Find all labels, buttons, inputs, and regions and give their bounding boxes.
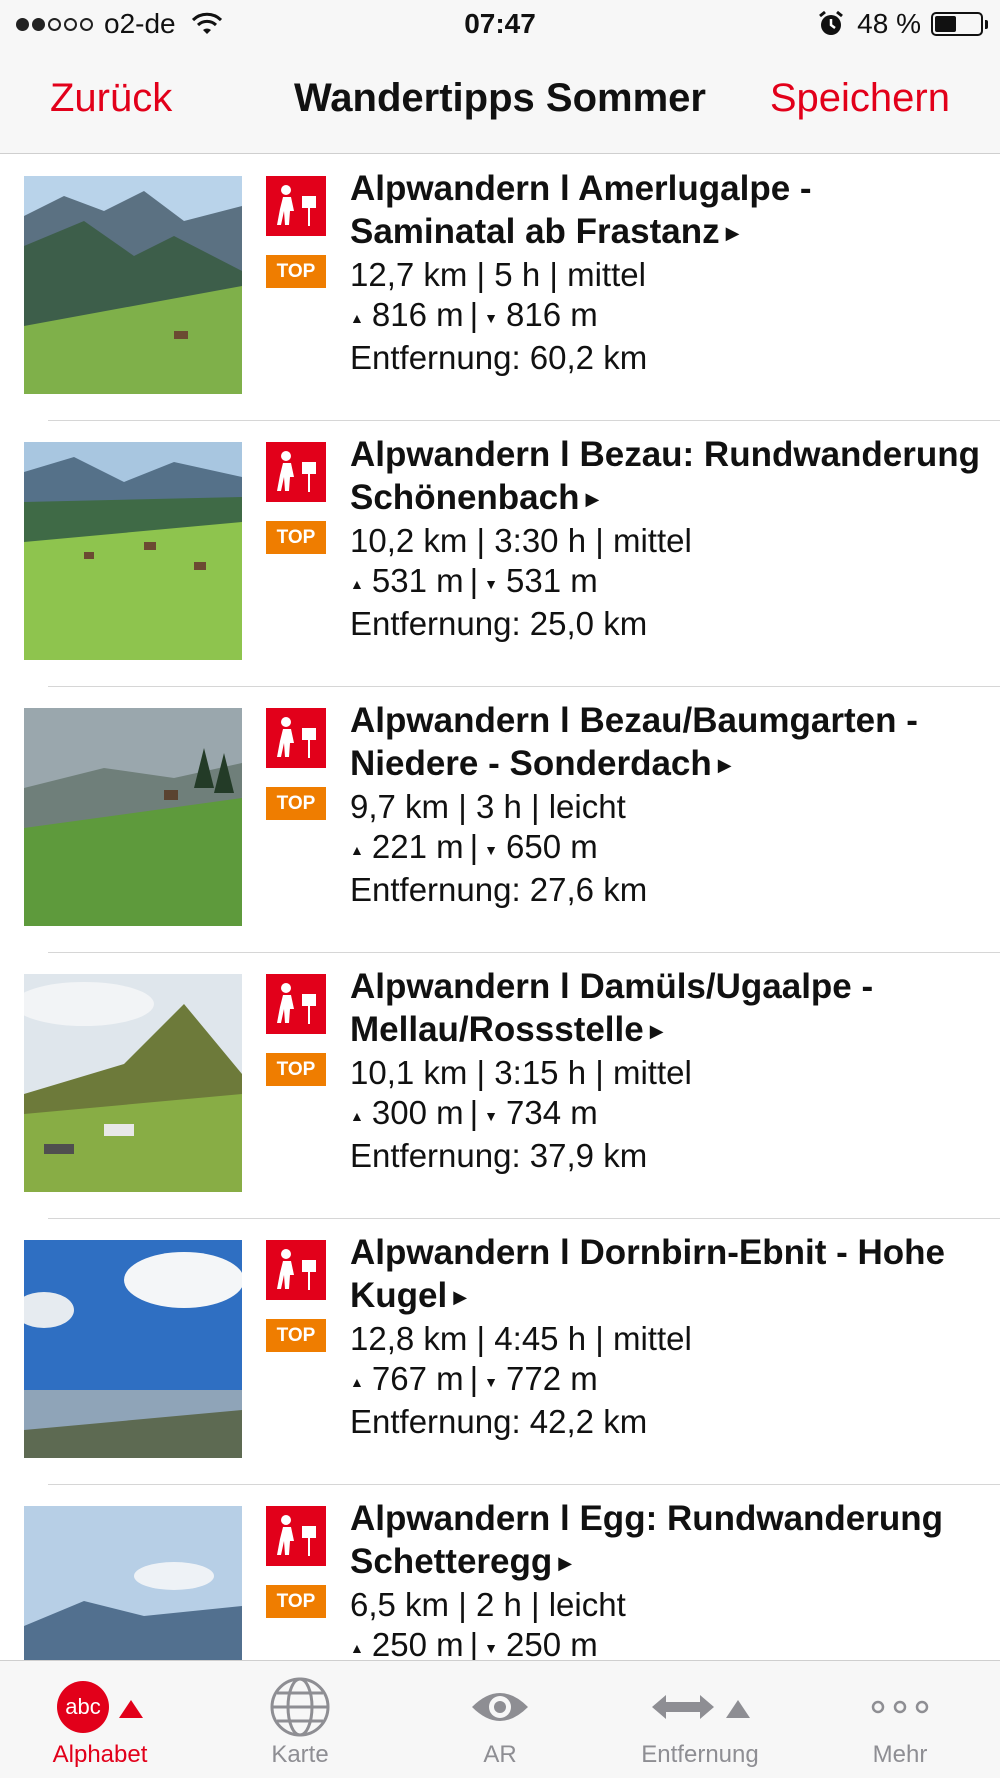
tour-distance: Entfernung: 25,0 km bbox=[350, 604, 648, 642]
tour-photo bbox=[24, 1506, 242, 1660]
ascent-icon: ▲ bbox=[350, 309, 364, 326]
tour-title: Alpwandern l Amerlugalpe - Saminatal ab … bbox=[350, 169, 812, 251]
disclosure-arrow-icon: ▶ bbox=[585, 489, 600, 510]
tour-photo bbox=[24, 974, 242, 1192]
tour-stats: 12,8 km | 4:45 h | mittel bbox=[350, 1320, 692, 1358]
tour-list[interactable]: TOP Alpwandern l Amerlugalpe - Saminatal… bbox=[0, 155, 1000, 1660]
navigation-bar: Zurück Wandertipps Sommer Speichern bbox=[0, 50, 1000, 154]
list-item[interactable]: TOP Alpwandern l Egg: Rundwanderung Sche… bbox=[0, 1485, 1000, 1660]
alarm-icon bbox=[819, 10, 844, 35]
list-item[interactable]: TOP Alpwandern l Dornbirn-Ebnit - Hohe K… bbox=[0, 1219, 1000, 1485]
tab-mehr[interactable]: Mehr bbox=[800, 1661, 1000, 1778]
tour-stats: 12,7 km | 5 h | mittel bbox=[350, 256, 646, 294]
list-item[interactable]: TOP Alpwandern l Amerlugalpe - Saminatal… bbox=[0, 155, 1000, 421]
tour-stats: 10,1 km | 3:15 h | mittel bbox=[350, 1054, 692, 1092]
eye-icon bbox=[400, 1677, 600, 1737]
descent-icon: ▼ bbox=[484, 575, 499, 592]
list-item[interactable]: TOP Alpwandern l Bezau: Rundwanderung Sc… bbox=[0, 421, 1000, 687]
tour-info: Alpwandern l Bezau/Baumgarten - Niedere … bbox=[350, 699, 984, 910]
globe-icon bbox=[200, 1677, 400, 1737]
ascent-icon: ▲ bbox=[350, 1639, 364, 1656]
tour-stats: 6,5 km | 2 h | leicht bbox=[350, 1586, 626, 1624]
top-badge: TOP bbox=[266, 255, 326, 288]
list-item[interactable]: TOP Alpwandern l Bezau/Baumgarten - Nied… bbox=[0, 687, 1000, 953]
tour-elevation: ▲ 531 m | ▼ 531 m bbox=[350, 562, 598, 600]
hiking-category-icon bbox=[266, 1240, 326, 1300]
tour-photo bbox=[24, 708, 242, 926]
descent-icon: ▼ bbox=[484, 841, 499, 858]
tour-title: Alpwandern l Dornbirn-Ebnit - Hohe Kugel… bbox=[350, 1233, 945, 1315]
tab-label: Alphabet bbox=[52, 1741, 148, 1768]
disclosure-arrow-icon: ▶ bbox=[717, 755, 732, 776]
tab-ar[interactable]: AR bbox=[400, 1661, 600, 1778]
descent-icon: ▼ bbox=[484, 1107, 499, 1124]
top-badge: TOP bbox=[266, 787, 326, 820]
save-button[interactable]: Speichern bbox=[770, 76, 950, 121]
tour-info: Alpwandern l Amerlugalpe - Saminatal ab … bbox=[350, 167, 984, 378]
tab-entfernung[interactable]: Entfernung bbox=[600, 1661, 800, 1778]
hiking-category-icon bbox=[266, 708, 326, 768]
hiking-category-icon bbox=[266, 974, 326, 1034]
disclosure-arrow-icon: ▶ bbox=[725, 223, 740, 244]
descent-icon: ▼ bbox=[484, 309, 499, 326]
ascent-icon: ▲ bbox=[350, 1373, 364, 1390]
disclosure-arrow-icon: ▶ bbox=[558, 1553, 573, 1574]
tab-alphabet[interactable]: abc Alphabet bbox=[0, 1661, 200, 1778]
tour-elevation: ▲ 221 m | ▼ 650 m bbox=[350, 828, 598, 866]
tab-bar: abc Alphabet Karte AR Entfernung Mehr bbox=[0, 1660, 1000, 1778]
disclosure-arrow-icon: ▶ bbox=[453, 1287, 468, 1308]
tour-distance: Entfernung: 27,6 km bbox=[350, 870, 648, 908]
hiking-category-icon bbox=[266, 176, 326, 236]
hiking-category-icon bbox=[266, 1506, 326, 1566]
top-badge: TOP bbox=[266, 1585, 326, 1618]
abc-sort-icon: abc bbox=[0, 1677, 200, 1737]
tab-label: Karte bbox=[271, 1741, 329, 1768]
hiking-category-icon bbox=[266, 442, 326, 502]
ascent-icon: ▲ bbox=[350, 575, 364, 592]
descent-icon: ▼ bbox=[484, 1373, 499, 1390]
tour-title: Alpwandern l Egg: Rundwanderung Schetter… bbox=[350, 1499, 944, 1581]
tab-label: Entfernung bbox=[641, 1741, 759, 1768]
top-badge: TOP bbox=[266, 521, 326, 554]
ascent-icon: ▲ bbox=[350, 1107, 364, 1124]
distance-arrows-icon bbox=[600, 1677, 800, 1737]
tour-title: Alpwandern l Bezau: Rundwanderung Schöne… bbox=[350, 435, 981, 517]
status-bar: o2-de 07:47 48 % bbox=[0, 0, 1000, 50]
status-right: 48 % bbox=[817, 8, 988, 40]
back-button[interactable]: Zurück bbox=[50, 76, 172, 121]
tour-info: Alpwandern l Egg: Rundwanderung Schetter… bbox=[350, 1497, 984, 1660]
tour-elevation: ▲ 300 m | ▼ 734 m bbox=[350, 1094, 598, 1132]
tab-label: Mehr bbox=[872, 1741, 928, 1768]
tour-distance: Entfernung: 60,2 km bbox=[350, 338, 648, 376]
tour-elevation: ▲ 816 m | ▼ 816 m bbox=[350, 296, 598, 334]
tour-info: Alpwandern l Bezau: Rundwanderung Schöne… bbox=[350, 433, 984, 644]
list-item[interactable]: TOP Alpwandern l Damüls/Ugaalpe - Mellau… bbox=[0, 953, 1000, 1219]
tour-info: Alpwandern l Dornbirn-Ebnit - Hohe Kugel… bbox=[350, 1231, 984, 1442]
top-badge: TOP bbox=[266, 1319, 326, 1352]
tour-info: Alpwandern l Damüls/Ugaalpe - Mellau/Ros… bbox=[350, 965, 984, 1176]
tab-label: AR bbox=[483, 1741, 517, 1768]
tour-photo bbox=[24, 1240, 242, 1458]
battery-percent: 48 % bbox=[857, 8, 921, 39]
disclosure-arrow-icon: ▶ bbox=[649, 1021, 664, 1042]
tour-title: Alpwandern l Damüls/Ugaalpe - Mellau/Ros… bbox=[350, 967, 874, 1049]
descent-icon: ▼ bbox=[484, 1639, 499, 1656]
tour-photo bbox=[24, 176, 242, 394]
tour-distance: Entfernung: 42,2 km bbox=[350, 1402, 648, 1440]
tour-photo bbox=[24, 442, 242, 660]
tab-karte[interactable]: Karte bbox=[200, 1661, 400, 1778]
tour-title: Alpwandern l Bezau/Baumgarten - Niedere … bbox=[350, 701, 918, 783]
tour-stats: 9,7 km | 3 h | leicht bbox=[350, 788, 626, 826]
tour-distance: Entfernung: 37,9 km bbox=[350, 1136, 648, 1174]
more-dots-icon bbox=[800, 1677, 1000, 1737]
battery-icon bbox=[931, 12, 988, 36]
tour-elevation: ▲ 767 m | ▼ 772 m bbox=[350, 1360, 598, 1398]
top-badge: TOP bbox=[266, 1053, 326, 1086]
tour-stats: 10,2 km | 3:30 h | mittel bbox=[350, 522, 692, 560]
ascent-icon: ▲ bbox=[350, 841, 364, 858]
tour-elevation: ▲ 250 m | ▼ 250 m bbox=[350, 1626, 598, 1660]
